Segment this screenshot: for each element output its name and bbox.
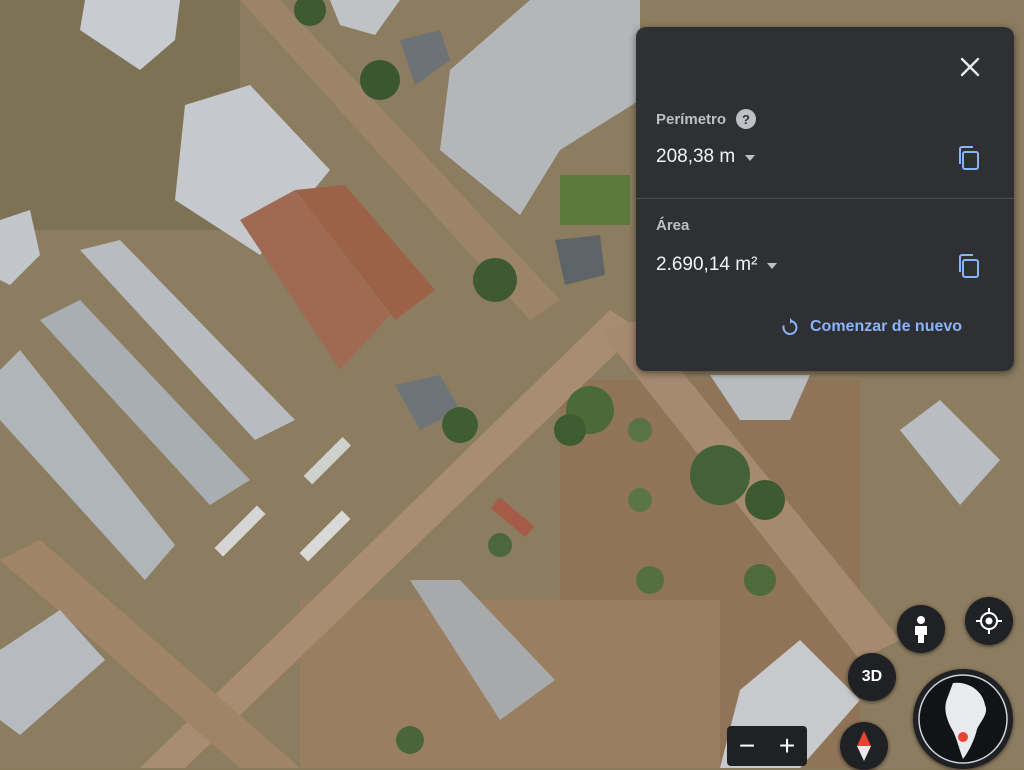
close-icon: [960, 57, 980, 77]
compass-icon: [857, 731, 871, 761]
my-location-button[interactable]: [965, 597, 1013, 645]
zoom-control: − +: [727, 726, 807, 766]
divider: [636, 198, 1014, 199]
zoom-out-button[interactable]: −: [739, 726, 755, 766]
area-value-dropdown[interactable]: 2.690,14 m²: [656, 254, 778, 276]
pegman-icon: [915, 616, 927, 643]
perimeter-value-dropdown[interactable]: 208,38 m: [656, 146, 756, 168]
close-button[interactable]: [954, 51, 986, 83]
perimeter-value: 208,38 m: [656, 146, 736, 167]
perimeter-label-row: Perímetro ?: [656, 109, 757, 129]
chevron-down-icon: [745, 155, 756, 161]
my-location-icon: [976, 608, 1002, 634]
zoom-in-button[interactable]: +: [779, 726, 795, 766]
help-icon[interactable]: ?: [736, 109, 757, 129]
restart-button[interactable]: Comenzar de nuevo: [780, 317, 962, 337]
copy-area-button[interactable]: [954, 251, 984, 281]
copy-icon: [959, 254, 979, 278]
3d-button[interactable]: 3D: [848, 653, 896, 701]
copy-perimeter-button[interactable]: [954, 143, 984, 173]
globe-button[interactable]: [913, 669, 1013, 769]
restart-label: Comenzar de nuevo: [810, 318, 963, 335]
pegman-button[interactable]: [897, 605, 945, 653]
compass-button[interactable]: [840, 722, 888, 770]
area-label: Área: [656, 217, 690, 234]
measure-panel: Perímetro ? 208,38 m Área 2.690,14 m² Co…: [636, 27, 1014, 371]
restart-icon: [782, 318, 798, 335]
area-label-row: Área: [656, 217, 689, 234]
globe-icon: [918, 674, 1008, 764]
copy-icon: [959, 146, 979, 170]
chevron-down-icon: [767, 263, 778, 269]
area-value: 2.690,14 m²: [656, 254, 758, 275]
perimeter-label: Perímetro: [656, 110, 727, 128]
